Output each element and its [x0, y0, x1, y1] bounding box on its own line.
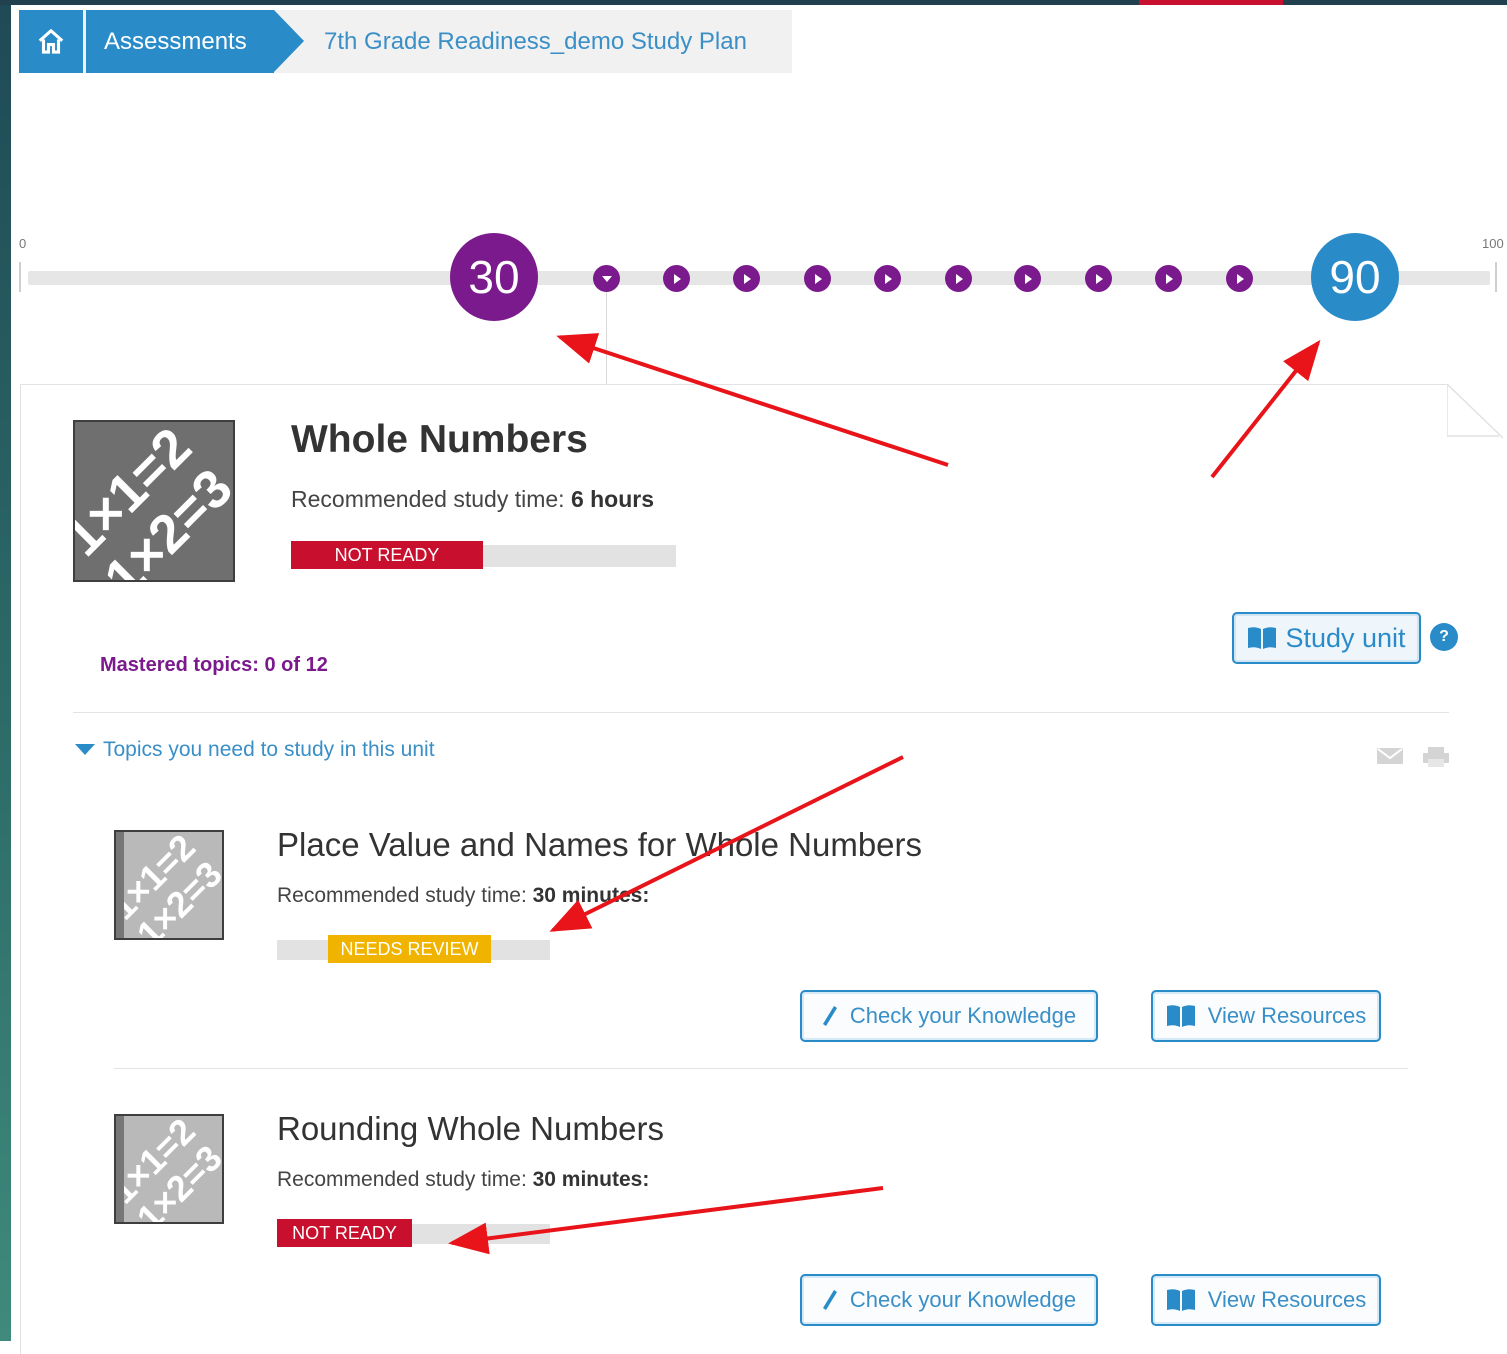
timeline-max-label: 100 — [1482, 236, 1504, 251]
play-icon — [673, 273, 681, 284]
mastered-topics-count: Mastered topics: 0 of 12 — [100, 654, 328, 676]
topic-status-badge: NEEDS REVIEW — [328, 935, 491, 963]
topics-section-label: Topics you need to study in this unit — [103, 738, 435, 761]
view-resources-label: View Resources — [1207, 1287, 1367, 1312]
topic-divider — [114, 1068, 1408, 1069]
play-icon — [1095, 273, 1103, 284]
home-icon — [38, 28, 64, 54]
timeline-min-label: 0 — [19, 236, 27, 251]
pencil-icon — [822, 1006, 837, 1026]
check-knowledge-button[interactable]: Check your Knowledge — [800, 990, 1098, 1042]
print-icon[interactable] — [1422, 746, 1450, 768]
check-knowledge-label: Check your Knowledge — [849, 1003, 1077, 1028]
timeline-step-active[interactable] — [593, 265, 620, 292]
view-resources-button[interactable]: View Resources — [1151, 990, 1381, 1042]
pencil-icon — [822, 1290, 837, 1310]
breadcrumb-arrow — [274, 10, 304, 72]
timeline-step[interactable] — [1085, 265, 1112, 292]
breadcrumb-assessments[interactable]: Assessments — [86, 10, 274, 73]
breadcrumb: Assessments 7th Grade Readiness_demo Stu… — [19, 10, 792, 73]
play-icon — [1024, 273, 1032, 284]
topic-study-time: Recommended study time: 30 minutes: — [277, 884, 649, 908]
math-equation-icon: 1×1=2 1×2=3 — [116, 832, 222, 938]
window-edge-accent — [1139, 0, 1283, 5]
check-knowledge-label: Check your Knowledge — [849, 1287, 1077, 1312]
timeline-step[interactable] — [733, 265, 760, 292]
timeline-step[interactable] — [874, 265, 901, 292]
timeline-start-tick — [19, 262, 21, 292]
unit-status-badge: NOT READY — [291, 541, 483, 569]
topic-study-time-label: Recommended study time: — [277, 884, 533, 907]
unit-card — [20, 384, 1502, 1354]
topic-thumbnail: 1×1=2 1×2=3 — [114, 1114, 224, 1224]
play-icon — [1236, 273, 1244, 284]
play-icon — [1165, 273, 1173, 284]
timeline-step[interactable] — [1155, 265, 1182, 292]
play-icon — [955, 273, 963, 284]
study-unit-button[interactable]: Study unit — [1232, 612, 1421, 664]
book-icon — [1166, 1289, 1195, 1311]
section-divider — [73, 712, 1449, 713]
email-icon[interactable] — [1376, 746, 1404, 766]
chevron-down-icon — [601, 275, 612, 282]
topic-study-time-label: Recommended study time: — [277, 1168, 533, 1191]
play-icon — [884, 273, 892, 284]
timeline-step[interactable] — [663, 265, 690, 292]
unit-title: Whole Numbers — [291, 418, 588, 461]
unit-study-time: Recommended study time: 6 hours — [291, 486, 654, 513]
view-resources-label: View Resources — [1207, 1003, 1367, 1028]
timeline-pointer-line — [606, 292, 607, 384]
current-score-marker[interactable]: 30 — [450, 233, 538, 321]
timeline-end-tick — [1495, 262, 1497, 292]
math-equation-icon: 1×1=2 1×2=3 — [75, 422, 233, 580]
topic-study-time: Recommended study time: 30 minutes: — [277, 1168, 649, 1192]
play-icon — [814, 273, 822, 284]
topic-thumbnail: 1×1=2 1×2=3 — [114, 830, 224, 940]
topic-study-time-value: 30 minutes: — [532, 1168, 650, 1191]
timeline-step[interactable] — [1226, 265, 1253, 292]
check-knowledge-button[interactable]: Check your Knowledge — [800, 1274, 1098, 1326]
view-resources-button[interactable]: View Resources — [1151, 1274, 1381, 1326]
play-icon — [743, 273, 751, 284]
timeline-step[interactable] — [1014, 265, 1041, 292]
page-fold-decoration — [1447, 384, 1503, 440]
topic-study-time-value: 30 minutes: — [532, 884, 650, 907]
topics-section-toggle[interactable]: Topics you need to study in this unit — [75, 738, 435, 762]
target-score-marker[interactable]: 90 — [1311, 233, 1399, 321]
book-icon — [1248, 627, 1277, 649]
breadcrumb-current-plan: 7th Grade Readiness_demo Study Plan — [324, 28, 747, 55]
topic-title[interactable]: Rounding Whole Numbers — [277, 1110, 664, 1148]
unit-study-time-value: 6 hours — [570, 486, 655, 512]
math-equation-icon: 1×1=2 1×2=3 — [116, 1116, 222, 1222]
unit-thumbnail: 1×1=2 1×2=3 — [73, 420, 235, 582]
triangle-down-icon — [75, 744, 95, 755]
help-icon[interactable]: ? — [1430, 623, 1458, 651]
book-icon — [1166, 1005, 1195, 1027]
study-unit-label: Study unit — [1285, 622, 1406, 653]
timeline-step[interactable] — [945, 265, 972, 292]
topic-status-badge: NOT READY — [277, 1219, 412, 1247]
topic-title[interactable]: Place Value and Names for Whole Numbers — [277, 826, 922, 864]
timeline-step[interactable] — [804, 265, 831, 292]
unit-study-time-label: Recommended study time: — [291, 486, 571, 512]
breadcrumb-home[interactable] — [19, 10, 83, 73]
window-edge-left — [0, 0, 11, 1341]
